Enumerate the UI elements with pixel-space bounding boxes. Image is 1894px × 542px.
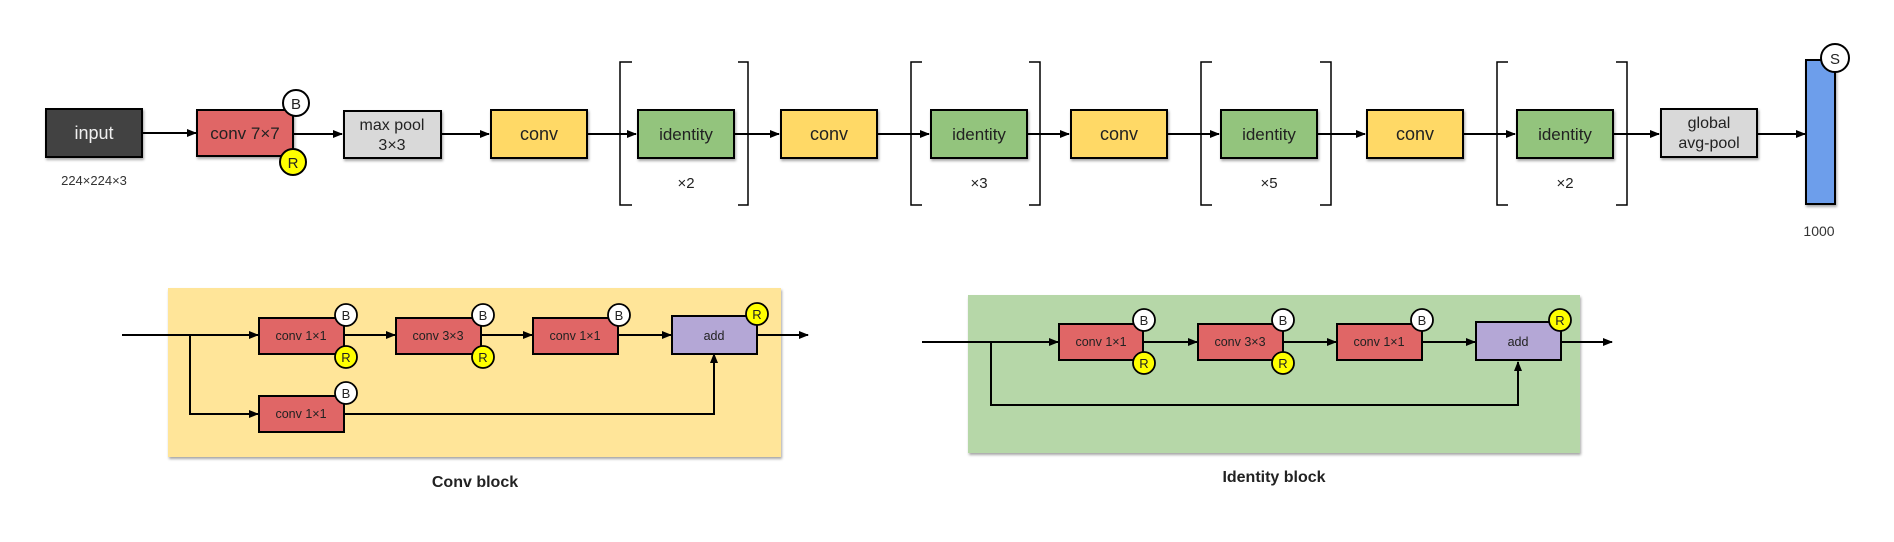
dense-layer-bar (1805, 59, 1836, 205)
relu-badge: R (1132, 351, 1156, 375)
batchnorm-badge: B (471, 303, 495, 327)
batchnorm-badge: B (607, 303, 631, 327)
batchnorm-badge: B (1271, 308, 1295, 332)
svg-text:B: B (291, 96, 301, 113)
conv-block-title: Conv block (432, 474, 518, 491)
svg-text:conv 1×1: conv 1×1 (1353, 335, 1404, 349)
max-pool-label-line2: 3×3 (378, 137, 405, 154)
relu-badge: R (334, 345, 358, 369)
svg-text:add: add (704, 329, 725, 343)
softmax-badge: S (1820, 43, 1850, 73)
identity-block-label: identity (659, 125, 713, 144)
svg-text:conv 1×1: conv 1×1 (275, 407, 326, 421)
conv-block-detail: conv 1×1 B R conv 3×3 B R conv 1×1 B add… (122, 288, 809, 491)
svg-text:B: B (342, 386, 351, 401)
conv-block-label: conv (810, 124, 848, 144)
identity-block-label: identity (1538, 125, 1592, 144)
svg-text:B: B (615, 308, 624, 323)
svg-text:R: R (478, 350, 487, 365)
svg-text:conv 1×1: conv 1×1 (549, 329, 600, 343)
conv-block-label: conv (1100, 124, 1138, 144)
svg-text:R: R (341, 350, 350, 365)
stage-1: conv identity ×2 (490, 61, 749, 206)
output-units-label: 1000 (1803, 223, 1834, 239)
svg-text:add: add (1508, 335, 1529, 349)
svg-text:R: R (288, 155, 299, 172)
svg-text:conv 3×3: conv 3×3 (412, 329, 463, 343)
relu-badge: R (279, 148, 307, 176)
output-dense-node: S 1000 (1803, 43, 1850, 239)
batchnorm-badge: B (1132, 308, 1156, 332)
input-shape-label: 224×224×3 (61, 173, 127, 188)
batchnorm-badge: B (334, 303, 358, 327)
identity-block-label: identity (1242, 125, 1296, 144)
stage-2: conv identity ×3 (780, 61, 1041, 206)
svg-text:conv 3×3: conv 3×3 (1214, 335, 1265, 349)
svg-text:conv 1×1: conv 1×1 (1075, 335, 1126, 349)
identity-block-label: identity (952, 125, 1006, 144)
relu-badge: R (745, 302, 769, 326)
svg-text:R: R (1278, 356, 1287, 371)
input-node: input 224×224×3 (45, 108, 143, 188)
global-pool-label-line1: global (1688, 115, 1731, 132)
main-pipeline: input 224×224×3 conv 7×7 B R max pool 3×… (45, 43, 1850, 239)
batchnorm-badge: B (1410, 308, 1434, 332)
conv-block-label: conv (1396, 124, 1434, 144)
global-pool-node: global avg-pool (1660, 108, 1758, 158)
resnet-diagram: input 224×224×3 conv 7×7 B R max pool 3×… (45, 43, 1850, 491)
max-pool-node: max pool 3×3 (343, 110, 442, 159)
stage-4: conv identity ×2 (1366, 61, 1628, 206)
relu-badge: R (1548, 308, 1572, 332)
identity-block-title: Identity block (1222, 469, 1325, 486)
svg-text:B: B (1140, 313, 1149, 328)
svg-text:S: S (1830, 51, 1840, 68)
stage-3: conv identity ×5 (1070, 61, 1332, 206)
svg-text:B: B (1418, 313, 1427, 328)
relu-badge: R (1271, 351, 1295, 375)
svg-text:R: R (1555, 313, 1564, 328)
repeat-count: ×5 (1260, 175, 1277, 192)
identity-block-detail: conv 1×1 B R conv 3×3 B R conv 1×1 B add… (922, 295, 1613, 486)
svg-text:B: B (342, 308, 351, 323)
svg-text:R: R (1139, 356, 1148, 371)
relu-badge: R (471, 345, 495, 369)
input-label: input (74, 123, 113, 143)
stem-conv-label: conv 7×7 (210, 124, 279, 143)
conv-block-label: conv (520, 124, 558, 144)
batchnorm-badge: B (334, 381, 358, 405)
repeat-count: ×2 (1556, 175, 1573, 192)
global-pool-label-line2: avg-pool (1678, 135, 1739, 152)
svg-text:B: B (479, 308, 488, 323)
batchnorm-badge: B (282, 89, 310, 117)
repeat-count: ×3 (970, 175, 987, 192)
repeat-count: ×2 (677, 175, 694, 192)
svg-text:B: B (1279, 313, 1288, 328)
stem-conv-node: conv 7×7 B R (196, 89, 310, 176)
svg-text:R: R (752, 307, 761, 322)
max-pool-label-line1: max pool (360, 117, 425, 134)
svg-text:conv 1×1: conv 1×1 (275, 329, 326, 343)
